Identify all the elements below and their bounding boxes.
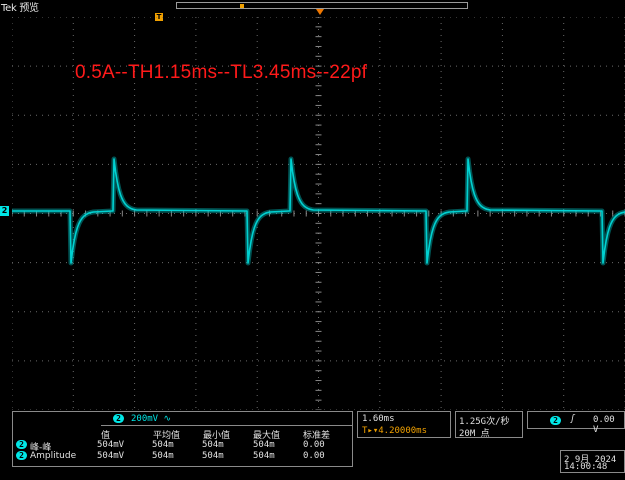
trigger-point-icon bbox=[316, 9, 324, 15]
measurement-value: 504mV bbox=[97, 440, 125, 450]
acquisition-panel[interactable]: 1.25G次/秒 20M 点 bbox=[455, 411, 523, 439]
channel-2-badge: 2 bbox=[16, 451, 27, 460]
scope-screen: Tek 预览 T 0.5A--TH1.15ms--TL3.45ms--22pf … bbox=[0, 0, 625, 480]
trigger-source-badge: 2 bbox=[550, 416, 561, 425]
timebase-panel[interactable]: 1.60ms T▸▾4.20000ms bbox=[357, 411, 451, 438]
measurement-row-amplitude[interactable]: 2 Amplitude 504mV 504m 504m 504m 0.00 bbox=[13, 451, 353, 461]
measurement-row-pk2pk[interactable]: 2 峰-峰 504mV 504m 504m 504m 0.00 bbox=[13, 440, 353, 453]
test-condition-annotation: 0.5A--TH1.15ms--TL3.45ms--22pf bbox=[75, 62, 368, 83]
top-status-bar: Tek 预览 bbox=[0, 0, 625, 15]
time-label: 14:00:48 bbox=[564, 462, 608, 472]
record-window-marker bbox=[240, 4, 244, 8]
measurement-max: 504m bbox=[253, 440, 275, 450]
channel-2-ground-marker[interactable]: 2 bbox=[0, 206, 9, 216]
measurement-max: 504m bbox=[253, 451, 275, 461]
brand-label: Tek 预览 bbox=[1, 3, 39, 14]
rising-edge-icon: ʃ bbox=[570, 414, 576, 424]
trigger-level: 0.00 V bbox=[593, 415, 615, 435]
measurement-std: 0.00 bbox=[303, 451, 325, 461]
record-length: 20M 点 bbox=[459, 429, 490, 439]
vertical-scale-value: 200mV ∿ bbox=[131, 414, 172, 424]
measurement-panel: 2 200mV ∿ 值 平均值 最小值 最大值 标准差 2 峰-峰 504mV … bbox=[12, 411, 353, 467]
measurement-mean: 504m bbox=[152, 451, 174, 461]
channel-2-badge: 2 bbox=[113, 414, 124, 423]
horizontal-scale: 1.60ms bbox=[362, 414, 395, 424]
channel-2-badge: 2 bbox=[16, 440, 27, 449]
measurement-name: Amplitude bbox=[30, 451, 77, 461]
horizontal-position: T▸▾4.20000ms bbox=[362, 426, 428, 436]
measurement-min: 504m bbox=[202, 451, 224, 461]
record-view-bar[interactable] bbox=[176, 2, 468, 9]
measurement-value: 504mV bbox=[97, 451, 125, 461]
datetime-panel: 2 9月 2024 14:00:48 bbox=[560, 450, 625, 473]
divider bbox=[101, 425, 353, 426]
measurement-mean: 504m bbox=[152, 440, 174, 450]
trigger-panel[interactable]: 2 ʃ 0.00 V bbox=[527, 411, 625, 435]
channel-scale[interactable]: 2 200mV ∿ bbox=[101, 413, 353, 426]
measurement-std: 0.00 bbox=[303, 440, 325, 450]
measurement-min: 504m bbox=[202, 440, 224, 450]
